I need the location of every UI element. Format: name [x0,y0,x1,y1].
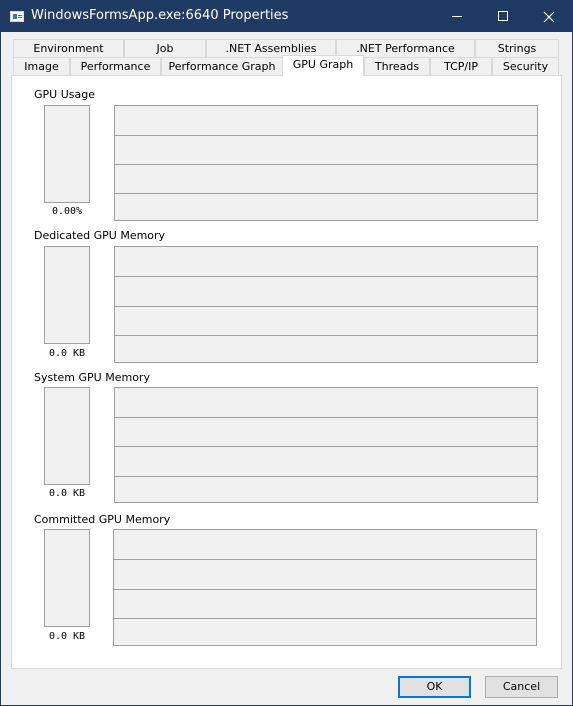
minimize-button[interactable] [434,1,480,32]
tab-gpu-graph[interactable]: GPU Graph [282,55,364,76]
tab-threads[interactable]: Threads [364,57,430,75]
committed-gpu-memory-graph [113,529,537,646]
gpu-usage-meter [44,105,90,203]
tab-image[interactable]: Image [13,57,70,75]
tab-security[interactable]: Security [492,57,559,75]
dedicated-gpu-memory-label: Dedicated GPU Memory [34,229,166,242]
gpu-usage-label: GPU Usage [34,88,95,101]
app-window-icon [10,11,24,22]
tab-performance-graph[interactable]: Performance Graph [161,57,283,75]
tab-strings[interactable]: Strings [475,39,559,57]
dedicated-gpu-memory-meter [44,246,90,344]
properties-window: WindowsFormsApp.exe:6640 Properties Envi… [0,0,573,706]
ok-button[interactable]: OK [398,676,471,698]
gpu-usage-graph [114,105,538,221]
committed-gpu-memory-value: 0.0 KB [48,631,86,642]
close-button[interactable] [526,1,572,32]
dedicated-gpu-memory-value: 0.0 KB [48,348,86,359]
maximize-button[interactable] [480,1,526,32]
title-bar[interactable]: WindowsFormsApp.exe:6640 Properties [1,1,572,32]
gpu-usage-value: 0.00% [51,206,83,217]
tab-performance[interactable]: Performance [70,57,161,75]
system-gpu-memory-value: 0.0 KB [48,488,86,499]
cancel-button[interactable]: Cancel [485,676,558,698]
committed-gpu-memory-label: Committed GPU Memory [34,513,171,526]
close-icon [543,11,555,23]
committed-gpu-memory-meter [44,529,90,627]
dedicated-gpu-memory-graph [114,246,538,363]
tab-environment[interactable]: Environment [13,39,124,57]
tab-job[interactable]: Job [124,39,206,57]
window-title: WindowsFormsApp.exe:6640 Properties [31,8,289,23]
system-gpu-memory-label: System GPU Memory [34,371,150,384]
system-gpu-memory-meter [44,387,90,485]
system-gpu-memory-graph [114,387,538,503]
tab-tcpip[interactable]: TCP/IP [430,57,492,75]
